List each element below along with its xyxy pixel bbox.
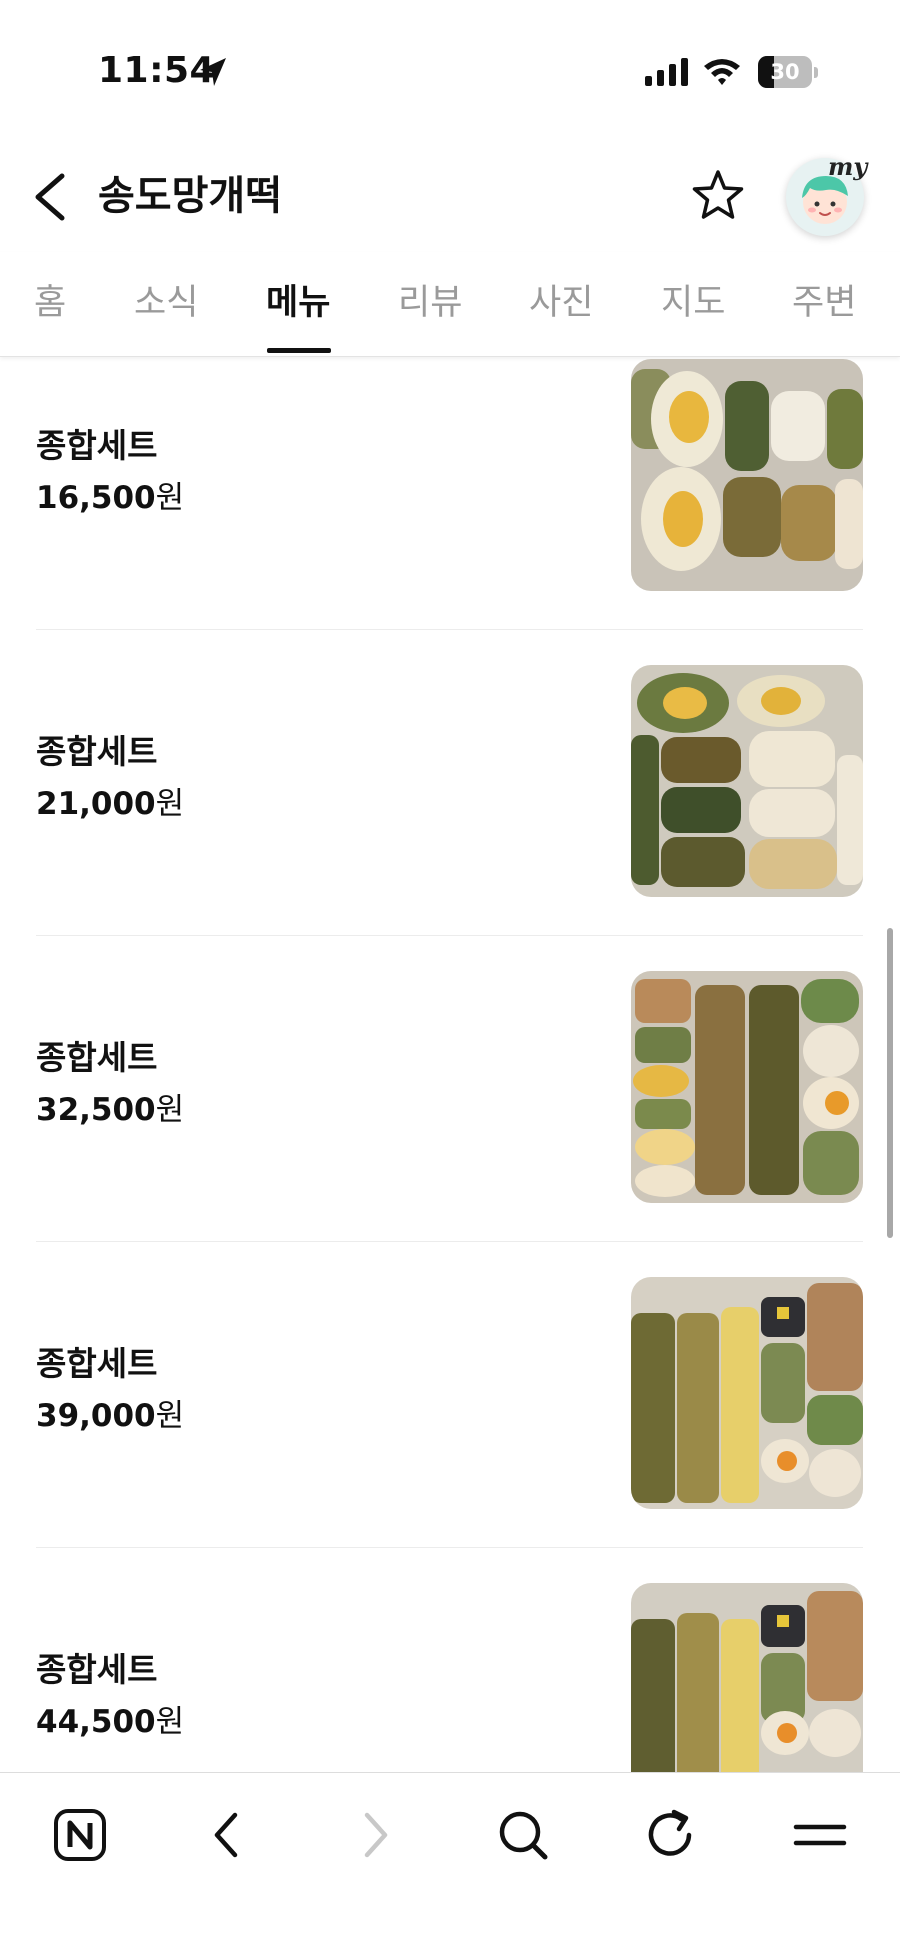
- menu-item-price: 16,500원: [36, 480, 185, 516]
- menu-item-photo[interactable]: [631, 665, 863, 897]
- list-divider: [36, 935, 863, 936]
- tab-bar: 홈 소식 메뉴 리뷰 사진 지도 주변: [0, 252, 900, 357]
- menu-item[interactable]: 종합세트 44,500원: [36, 1578, 863, 1772]
- menu-item-price: 44,500원: [36, 1704, 185, 1740]
- naver-home-icon[interactable]: [50, 1805, 110, 1865]
- battery-percent: 30: [770, 60, 800, 84]
- menu-icon[interactable]: [790, 1805, 850, 1865]
- tab-photo[interactable]: 사진: [529, 280, 593, 326]
- favorite-star-icon[interactable]: [690, 168, 746, 224]
- scrollbar[interactable]: [887, 928, 893, 1238]
- tab-menu[interactable]: 메뉴: [266, 280, 330, 326]
- browser-toolbar: [0, 1772, 900, 1958]
- menu-item-name: 종합세트: [36, 1650, 158, 1689]
- menu-item-photo[interactable]: [631, 1277, 863, 1509]
- menu-item-name: 종합세트: [36, 1038, 158, 1077]
- menu-item-price: 21,000원: [36, 786, 185, 822]
- menu-item[interactable]: 종합세트 16,500원: [36, 357, 863, 660]
- list-divider: [36, 1241, 863, 1242]
- tab-nearby[interactable]: 주변: [792, 280, 856, 326]
- search-icon[interactable]: [493, 1805, 553, 1865]
- menu-item[interactable]: 종합세트 21,000원: [36, 660, 863, 966]
- forward-nav-icon[interactable]: [345, 1805, 405, 1865]
- menu-item[interactable]: 종합세트 39,000원: [36, 1272, 863, 1578]
- tab-map[interactable]: 지도: [661, 280, 725, 326]
- tab-news[interactable]: 소식: [134, 280, 198, 326]
- menu-item-photo[interactable]: [631, 971, 863, 1203]
- back-icon[interactable]: [28, 170, 74, 224]
- page-title: 송도망개떡: [98, 173, 282, 219]
- battery-icon: 30: [758, 56, 818, 88]
- avatar-my-badge: my: [828, 152, 868, 181]
- place-header: 송도망개떡 my: [0, 140, 900, 252]
- menu-item-name: 종합세트: [36, 732, 158, 771]
- menu-list: 종합세트 16,500원 종합세트 21,000원 종합세트 32,500원 종…: [0, 357, 900, 1772]
- menu-item-price: 32,500원: [36, 1092, 185, 1128]
- status-bar: 11:54 30: [0, 0, 900, 140]
- menu-item-photo[interactable]: [631, 1583, 863, 1772]
- back-nav-icon[interactable]: [197, 1805, 257, 1865]
- location-arrow-icon: [200, 58, 226, 86]
- cellular-signal-icon: [645, 58, 688, 86]
- list-divider: [36, 1547, 863, 1548]
- wifi-icon: [704, 59, 740, 85]
- refresh-icon[interactable]: [641, 1805, 701, 1865]
- list-divider: [36, 629, 863, 630]
- menu-item-name: 종합세트: [36, 1344, 158, 1383]
- menu-item-photo[interactable]: [631, 359, 863, 591]
- tab-review[interactable]: 리뷰: [398, 280, 462, 326]
- menu-item[interactable]: 종합세트 32,500원: [36, 966, 863, 1272]
- menu-item-name: 종합세트: [36, 426, 158, 465]
- tab-home[interactable]: 홈: [34, 280, 66, 326]
- active-tab-indicator: [267, 348, 331, 353]
- menu-item-price: 39,000원: [36, 1398, 185, 1434]
